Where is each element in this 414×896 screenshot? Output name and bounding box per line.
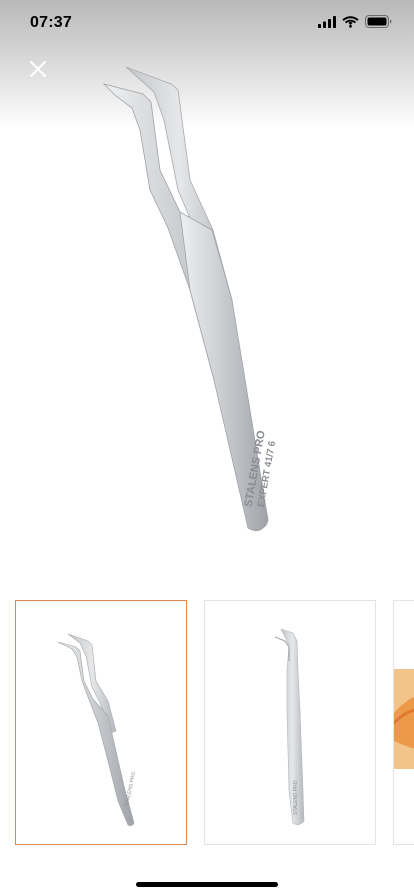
home-indicator[interactable]	[136, 882, 278, 887]
wifi-icon	[342, 15, 359, 28]
thumbnail-strip[interactable]: STALENS PRO STALENS PRO	[0, 600, 414, 848]
svg-text:STALENS PRO: STALENS PRO	[293, 780, 299, 815]
battery-icon	[365, 15, 392, 28]
status-time: 07:37	[30, 14, 72, 31]
signal-icon	[318, 15, 336, 28]
product-image-viewer: 07:37 STALENS PRO EXPERT 41/7 6 STALENS …	[0, 0, 414, 896]
thumb-image	[394, 669, 414, 769]
thumb-tweezers-straight[interactable]: STALENS PRO	[204, 600, 376, 845]
tweezers-image: STALENS PRO EXPERT 41/7 6	[102, 66, 278, 532]
status-bar: 07:37	[0, 0, 414, 48]
thumb-tweezers-orange[interactable]	[393, 600, 414, 845]
thumb-tweezers-angled[interactable]: STALENS PRO	[15, 600, 187, 845]
status-icons	[318, 15, 392, 28]
svg-text:STALENS PRO: STALENS PRO	[124, 771, 137, 806]
hero-product-image[interactable]: STALENS PRO EXPERT 41/7 6	[0, 60, 414, 560]
thumb-image: STALENS PRO	[274, 628, 305, 825]
thumb-image: STALENS PRO	[57, 633, 137, 826]
